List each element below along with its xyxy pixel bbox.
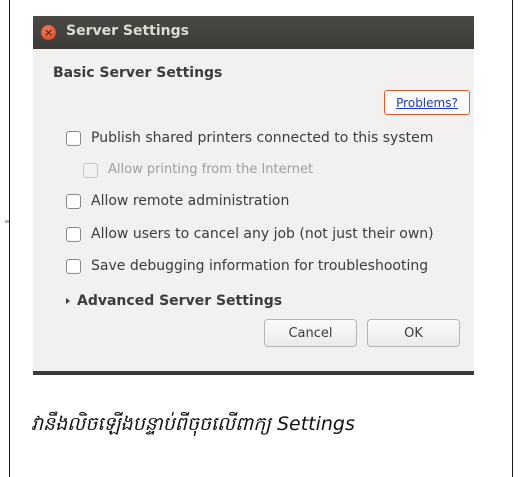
section-heading: Basic Server Settings [53, 65, 223, 81]
remote-administration-checkbox[interactable] [66, 194, 81, 209]
frame-left-border [9, 0, 10, 477]
ok-button[interactable]: OK [367, 319, 460, 347]
problems-link[interactable]: Problems? [385, 96, 469, 110]
cancel-any-job-label: Allow users to cancel any job (not just … [91, 226, 434, 242]
cancel-any-job-checkbox[interactable] [66, 227, 81, 242]
problems-button[interactable]: Problems? [384, 90, 470, 115]
frame-mark [5, 220, 9, 223]
dialog-bottom-edge [33, 371, 474, 375]
ok-button-label: OK [404, 326, 423, 341]
remote-administration-label: Allow remote administration [91, 193, 290, 209]
allow-printing-internet-checkbox [83, 163, 98, 178]
close-button[interactable]: × [41, 25, 56, 40]
publish-shared-printers-label: Publish shared printers connected to thi… [91, 130, 434, 146]
publish-shared-printers-checkbox[interactable] [66, 131, 81, 146]
advanced-settings-label: Advanced Server Settings [77, 293, 283, 309]
window-title: Server Settings [66, 23, 189, 39]
title-bar: × Server Settings [33, 16, 474, 49]
caption-text: វានឹងលិចឡើងបន្ទាប់ពីចុចលើពាក្យ Settings [31, 413, 355, 435]
cancel-button-label: Cancel [288, 326, 333, 341]
server-settings-dialog: × Server Settings Basic Server Settings … [33, 16, 474, 371]
close-icon: × [43, 26, 54, 39]
cancel-button[interactable]: Cancel [264, 319, 357, 347]
save-debugging-label: Save debugging information for troublesh… [91, 258, 429, 274]
frame-right-border [512, 0, 513, 477]
allow-printing-internet-label: Allow printing from the Internet [108, 162, 314, 177]
save-debugging-checkbox[interactable] [66, 259, 81, 274]
expander-arrow-icon [66, 298, 70, 304]
